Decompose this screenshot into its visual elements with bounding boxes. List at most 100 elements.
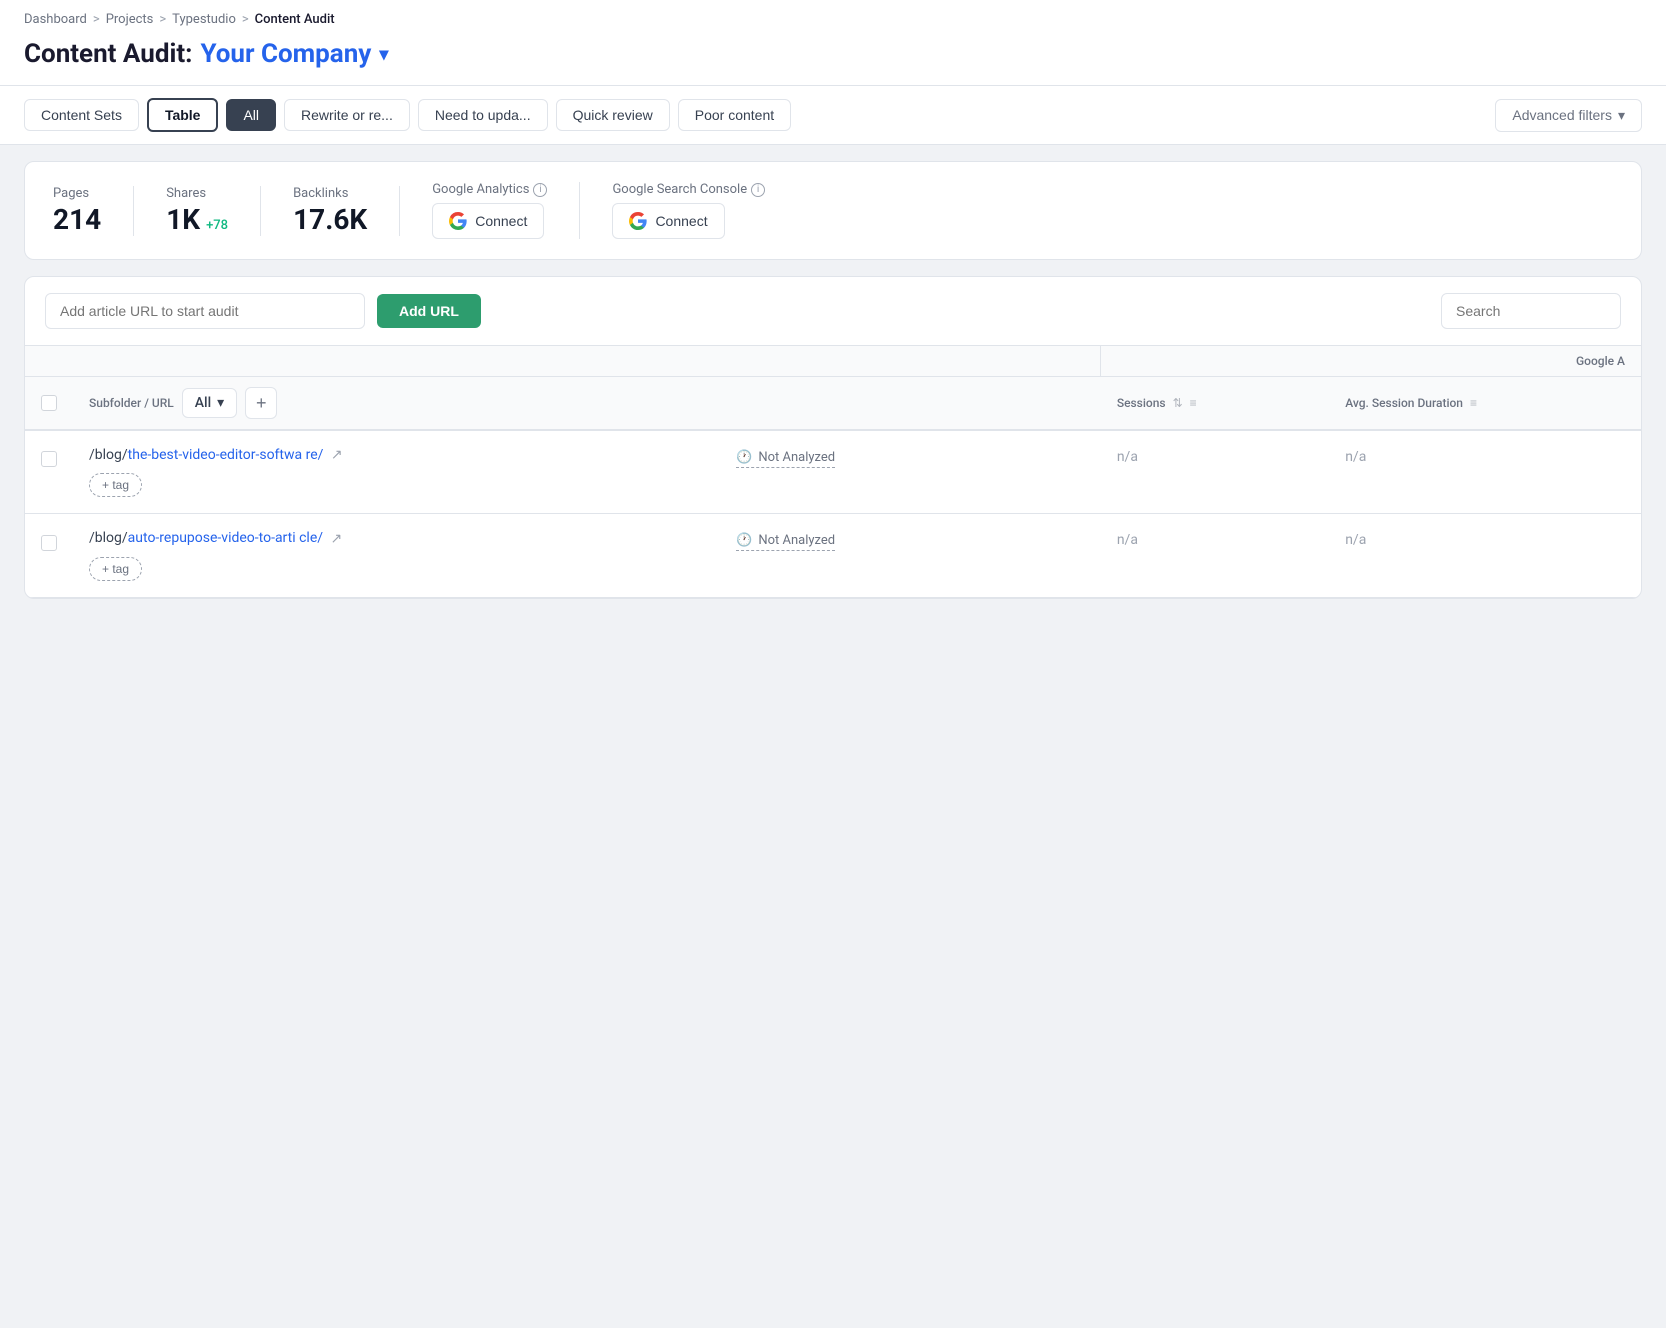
row1-checkbox[interactable] — [41, 451, 57, 467]
row1-url-prefix: /blog/ — [89, 447, 128, 463]
google-search-console-connect-button[interactable]: Connect — [612, 203, 724, 239]
company-dropdown-icon[interactable]: ▾ — [379, 44, 388, 65]
tab-poor-content[interactable]: Poor content — [678, 99, 791, 131]
pages-value: 214 — [53, 203, 101, 236]
company-name[interactable]: Your Company — [200, 39, 371, 69]
row1-avg-session-cell: n/a — [1329, 430, 1641, 514]
tab-content-sets[interactable]: Content Sets — [24, 99, 139, 131]
subfolder-filter-dropdown[interactable]: All ▾ — [182, 388, 237, 418]
pages-label: Pages — [53, 186, 101, 201]
row2-avg-session-cell: n/a — [1329, 514, 1641, 597]
row2-status-cell: 🕐 Not Analyzed — [720, 514, 1101, 597]
row1-add-tag-button[interactable]: + tag — [89, 473, 142, 497]
th-subfolder-url: Subfolder / URL All ▾ + — [73, 377, 720, 431]
th-empty-checkbox — [25, 346, 73, 377]
sessions-filter-icon[interactable]: ≡ — [1190, 396, 1197, 410]
main-content: Add URL Google A S — [24, 276, 1642, 599]
google-analytics-connect-button[interactable]: Connect — [432, 203, 544, 239]
content-table: Google A Subfolder / URL All ▾ + — [25, 346, 1641, 598]
shares-value: 1K +78 — [166, 203, 228, 236]
breadcrumb-dashboard[interactable]: Dashboard — [24, 12, 87, 27]
breadcrumb-content-audit: Content Audit — [255, 12, 335, 27]
row1-external-link-icon[interactable]: ↗ — [331, 447, 343, 463]
add-url-button[interactable]: Add URL — [377, 294, 481, 328]
table-row: /blog/auto-repupose-video-to-arti cle/ ↗… — [25, 514, 1641, 597]
google-analytics-connect-label: Connect — [475, 213, 527, 229]
search-wrap — [1441, 293, 1621, 329]
table-wrapper: Google A Subfolder / URL All ▾ + — [25, 346, 1641, 598]
breadcrumb-projects[interactable]: Projects — [106, 12, 154, 27]
avg-session-filter-icon[interactable]: ≡ — [1470, 396, 1477, 410]
breadcrumb-typestudio[interactable]: Typestudio — [172, 12, 236, 27]
sessions-sort-icon[interactable]: ⇅ — [1173, 396, 1183, 410]
backlinks-label: Backlinks — [293, 186, 367, 201]
row2-status-label: Not Analyzed — [758, 533, 835, 548]
row2-add-tag-button[interactable]: + tag — [89, 557, 142, 581]
tab-rewrite[interactable]: Rewrite or re... — [284, 99, 410, 131]
search-input[interactable] — [1441, 293, 1621, 329]
th-sessions[interactable]: Sessions ⇅ ≡ — [1101, 377, 1329, 431]
page-title-text: Content Audit: — [24, 39, 192, 69]
page-title: Content Audit: Your Company ▾ — [24, 35, 1642, 85]
advanced-filters-button[interactable]: Advanced filters ▾ — [1495, 99, 1642, 132]
breadcrumb-sep-3: > — [242, 12, 249, 27]
url-input[interactable] — [45, 293, 365, 329]
row1-clock-icon: 🕐 — [736, 450, 752, 465]
th-subfolder-group — [73, 346, 720, 377]
google-search-console-logo-icon — [629, 212, 647, 230]
toolbar: Add URL — [25, 277, 1641, 346]
row2-url-path: /blog/auto-repupose-video-to-arti cle/ ↗ — [89, 530, 704, 546]
google-analytics-section: Google Analytics i Connect — [432, 182, 580, 239]
tab-need-update[interactable]: Need to upda... — [418, 99, 548, 131]
row2-url-prefix: /blog/ — [89, 530, 128, 546]
add-column-button[interactable]: + — [245, 387, 277, 419]
breadcrumb-sep-2: > — [159, 12, 166, 27]
table-row: /blog/the-best-video-editor-softwa re/ ↗… — [25, 430, 1641, 514]
google-search-console-section: Google Search Console i Connect — [612, 182, 797, 239]
row1-url-path: /blog/the-best-video-editor-softwa re/ ↗ — [89, 447, 704, 463]
backlinks-value: 17.6K — [293, 203, 367, 236]
row1-status-cell: 🕐 Not Analyzed — [720, 430, 1101, 514]
row1-url-link[interactable]: the-best-video-editor-softwa re/ — [128, 447, 324, 463]
row2-checkbox-cell — [25, 514, 73, 597]
nav-tabs: Content Sets Table All Rewrite or re... … — [0, 86, 1666, 145]
row1-url-cell: /blog/the-best-video-editor-softwa re/ ↗… — [73, 430, 720, 514]
select-all-checkbox[interactable] — [41, 395, 57, 411]
th-status-group — [720, 346, 1101, 377]
row1-status-label: Not Analyzed — [758, 450, 835, 465]
row2-url-cell: /blog/auto-repupose-video-to-arti cle/ ↗… — [73, 514, 720, 597]
tab-quick-review[interactable]: Quick review — [556, 99, 670, 131]
stat-backlinks: Backlinks 17.6K — [293, 186, 400, 236]
row2-sessions-cell: n/a — [1101, 514, 1329, 597]
tab-table[interactable]: Table — [147, 98, 219, 132]
table-group-header-row: Google A — [25, 346, 1641, 377]
stats-bar: Pages 214 Shares 1K +78 Backlinks 17.6K … — [24, 161, 1642, 260]
google-search-console-label: Google Search Console i — [612, 182, 765, 197]
th-google-analytics-group: Google A — [1101, 346, 1641, 377]
row2-external-link-icon[interactable]: ↗ — [331, 531, 343, 547]
breadcrumb: Dashboard > Projects > Typestudio > Cont… — [24, 0, 1642, 35]
row1-sessions-cell: n/a — [1101, 430, 1329, 514]
th-status — [720, 377, 1101, 431]
advanced-filters-label: Advanced filters — [1512, 107, 1612, 123]
row2-url-link[interactable]: auto-repupose-video-to-arti cle/ — [128, 530, 323, 546]
subfolder-filter-label: All — [195, 395, 211, 411]
google-analytics-info-icon[interactable]: i — [533, 183, 547, 197]
stat-pages: Pages 214 — [53, 186, 134, 236]
row2-status-badge[interactable]: 🕐 Not Analyzed — [736, 533, 835, 551]
th-checkbox-header — [25, 377, 73, 431]
google-search-console-connect-label: Connect — [655, 213, 707, 229]
table-sub-header-row: Subfolder / URL All ▾ + Sessions ⇅ ≡ — [25, 377, 1641, 431]
row2-clock-icon: 🕐 — [736, 533, 752, 548]
google-analytics-label: Google Analytics i — [432, 182, 547, 197]
row2-checkbox[interactable] — [41, 535, 57, 551]
shares-delta: +78 — [206, 218, 228, 233]
row1-status-badge[interactable]: 🕐 Not Analyzed — [736, 450, 835, 468]
google-search-console-info-icon[interactable]: i — [751, 183, 765, 197]
stat-shares: Shares 1K +78 — [166, 186, 261, 236]
shares-label: Shares — [166, 186, 228, 201]
th-avg-session: Avg. Session Duration ≡ — [1329, 377, 1641, 431]
table-body: /blog/the-best-video-editor-softwa re/ ↗… — [25, 430, 1641, 597]
advanced-filters-chevron-icon: ▾ — [1618, 107, 1625, 124]
tab-all[interactable]: All — [226, 99, 276, 131]
